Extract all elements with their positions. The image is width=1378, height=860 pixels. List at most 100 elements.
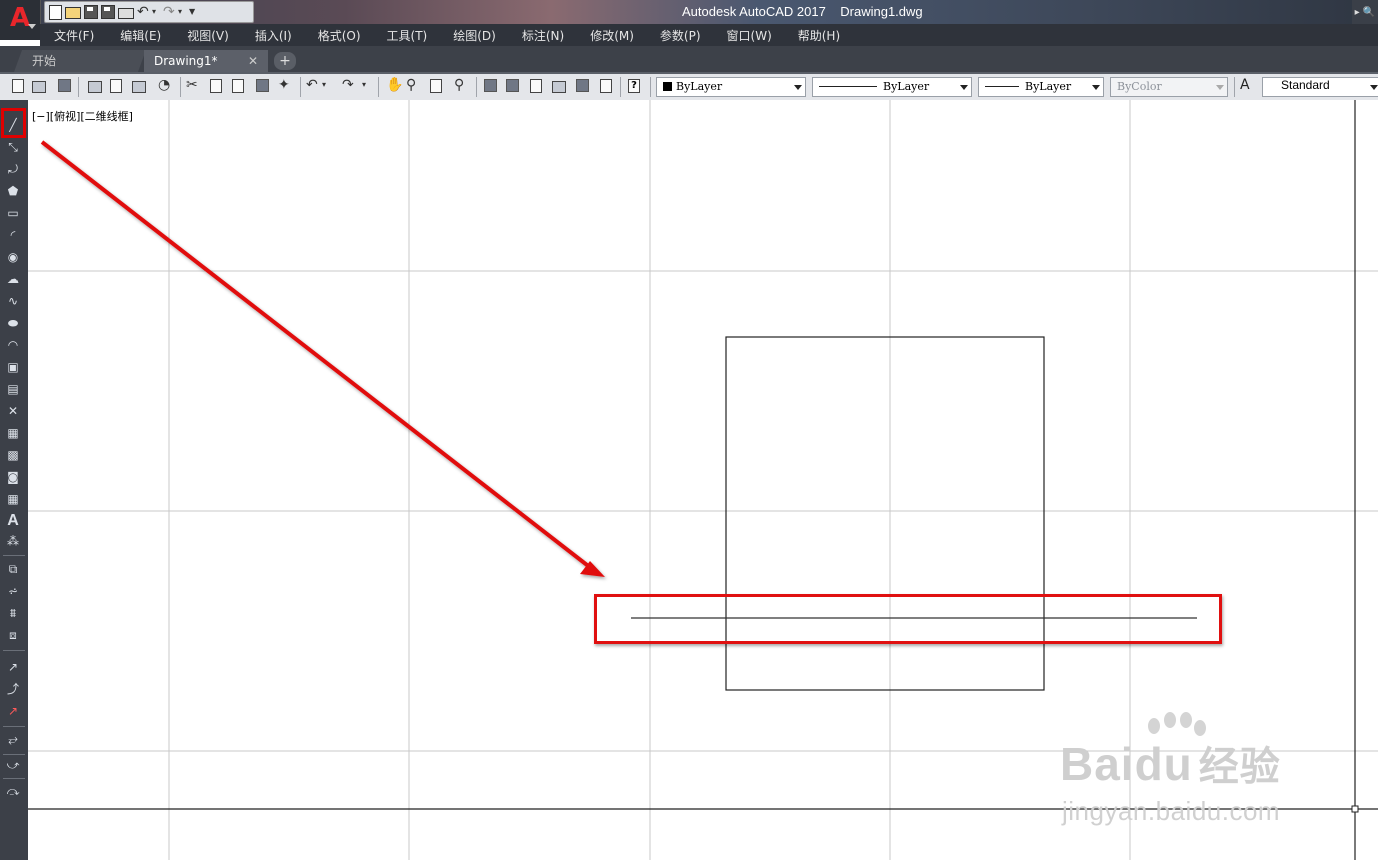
multiline-text-icon[interactable]: A xyxy=(6,512,20,529)
edit-icon-2[interactable]: ⤻ xyxy=(6,758,20,772)
menu-tools[interactable]: 工具(T) xyxy=(373,27,440,44)
plotstyle-dropdown[interactable]: ByColor xyxy=(1110,77,1228,97)
hatch-icon[interactable]: ▦ xyxy=(6,426,20,440)
menu-view[interactable]: 视图(V) xyxy=(173,27,241,44)
zoom-previous-icon[interactable]: ⚲ xyxy=(454,78,468,92)
ellipse-icon[interactable]: ⬬ xyxy=(6,316,20,330)
point-icon[interactable]: ✕ xyxy=(6,404,20,418)
redo-icon[interactable]: ↷ xyxy=(342,78,356,92)
3d-print-icon[interactable]: ◔ xyxy=(158,78,172,92)
menu-window[interactable]: 窗口(W) xyxy=(713,27,784,44)
redo-dropdown-icon[interactable]: ▾ xyxy=(362,78,376,92)
table-icon[interactable]: ▦ xyxy=(6,492,20,506)
block-editor-icon[interactable]: ✦ xyxy=(278,78,292,92)
ellipse-arc-icon[interactable]: ◠ xyxy=(6,338,20,352)
menu-file[interactable]: 文件(F) xyxy=(40,27,106,44)
save-icon[interactable] xyxy=(58,79,71,92)
design-center-icon[interactable] xyxy=(506,79,519,92)
chevron-down-icon xyxy=(1216,85,1224,90)
modify-icon-2[interactable]: ⩫ xyxy=(6,584,20,598)
calculator-icon[interactable] xyxy=(600,79,612,93)
open-folder-icon[interactable] xyxy=(32,81,46,93)
construction-line-icon[interactable]: ⤡ xyxy=(6,140,20,154)
edit-icon-1[interactable]: ⥂ xyxy=(6,732,20,746)
add-selected-icon[interactable]: ⁂ xyxy=(6,534,20,548)
open-folder-icon[interactable] xyxy=(65,7,81,19)
chevron-down-icon xyxy=(960,85,968,90)
save-as-icon[interactable] xyxy=(101,5,115,19)
menu-edit[interactable]: 编辑(E) xyxy=(106,27,173,44)
redo-icon[interactable]: ↷ xyxy=(163,5,175,19)
zoom-window-icon[interactable] xyxy=(430,79,442,93)
markup-icon[interactable] xyxy=(576,79,589,92)
lineweight-dropdown[interactable]: ByLayer xyxy=(978,77,1104,97)
menu-draw[interactable]: 绘图(D) xyxy=(439,27,508,44)
paste-icon[interactable] xyxy=(232,79,244,93)
rectangle-icon[interactable]: ▭ xyxy=(6,206,20,220)
copy-icon[interactable] xyxy=(210,79,222,93)
chamfer-icon[interactable]: ⤴ xyxy=(6,682,20,696)
menu-bar: 文件(F) 编辑(E) 视图(V) 插入(I) 格式(O) 工具(T) 绘图(D… xyxy=(40,24,1378,46)
undo-dropdown-icon[interactable]: ▾ xyxy=(322,78,336,92)
plot-preview-icon[interactable] xyxy=(110,79,122,93)
insert-block-icon[interactable]: ▣ xyxy=(6,360,20,374)
linetype-dropdown[interactable]: ByLayer xyxy=(812,77,972,97)
undo-dropdown-icon[interactable]: ▾ xyxy=(152,5,160,19)
chevron-down-icon xyxy=(794,85,802,90)
tab-start[interactable]: 开始 xyxy=(13,50,147,72)
zoom-realtime-icon[interactable]: ⚲ xyxy=(406,78,420,92)
tool-palettes-icon[interactable] xyxy=(530,79,542,93)
revision-cloud-icon[interactable]: ☁ xyxy=(6,272,20,286)
menu-format[interactable]: 格式(O) xyxy=(304,27,373,44)
application-menu-button[interactable]: A xyxy=(0,0,41,40)
sheet-set-icon[interactable] xyxy=(552,81,566,93)
make-block-icon[interactable]: ▤ xyxy=(6,382,20,396)
menu-insert[interactable]: 插入(I) xyxy=(241,27,304,44)
modify-icon-3[interactable]: ⩩ xyxy=(6,606,20,620)
arc-icon[interactable]: ◜ xyxy=(6,228,20,242)
help-icon[interactable]: ? xyxy=(628,79,640,93)
new-file-icon[interactable] xyxy=(12,79,24,93)
linetype-preview xyxy=(819,86,877,87)
edit-icon-3[interactable]: ⤼ xyxy=(6,784,20,798)
match-properties-icon[interactable] xyxy=(256,79,269,92)
polyline-icon[interactable]: ⤾ xyxy=(6,162,20,176)
color-dropdown[interactable]: ByLayer xyxy=(656,77,806,97)
close-icon[interactable]: ✕ xyxy=(248,50,258,72)
properties-icon[interactable] xyxy=(484,79,497,92)
lineweight-value: ByLayer xyxy=(1025,80,1072,93)
search-expand-button[interactable]: ▸ 🔍 xyxy=(1352,0,1378,24)
save-icon[interactable] xyxy=(84,5,98,19)
plot-icon[interactable] xyxy=(88,81,102,93)
print-icon[interactable] xyxy=(118,8,134,19)
polygon-icon[interactable]: ⬟ xyxy=(6,184,20,198)
modify-icon-1[interactable]: ⧉ xyxy=(6,562,20,576)
tab-drawing1[interactable]: Drawing1* ✕ xyxy=(144,50,268,72)
grip-point[interactable] xyxy=(1351,805,1359,813)
cut-icon[interactable]: ✂ xyxy=(186,78,200,92)
redo-dropdown-icon[interactable]: ▾ xyxy=(178,5,186,19)
new-file-icon[interactable] xyxy=(49,4,62,20)
publish-icon[interactable] xyxy=(132,81,146,93)
undo-icon[interactable]: ↶ xyxy=(306,78,320,92)
menu-help[interactable]: 帮助(H) xyxy=(784,27,852,44)
modify-icon-4[interactable]: ⧈ xyxy=(6,628,20,642)
viewport-controls-label[interactable]: [−][俯视][二维线框] xyxy=(32,108,133,124)
region-icon[interactable]: ◙ xyxy=(6,470,20,484)
text-style-dropdown[interactable]: Standard xyxy=(1262,77,1378,97)
new-tab-button[interactable]: + xyxy=(274,52,296,70)
undo-icon[interactable]: ↶ xyxy=(137,5,149,19)
spline-icon[interactable]: ∿ xyxy=(6,294,20,308)
menu-parametric[interactable]: 参数(P) xyxy=(646,27,713,44)
gradient-icon[interactable]: ▩ xyxy=(6,448,20,462)
watermark-cn-text: 经验 xyxy=(1198,744,1281,790)
customize-qat-icon[interactable]: ▼ xyxy=(189,5,197,19)
fillet-icon[interactable]: ↗ xyxy=(6,660,20,674)
pan-icon[interactable]: ✋ xyxy=(386,78,403,92)
circle-icon[interactable]: ◉ xyxy=(6,250,20,264)
blend-curves-icon[interactable]: ↗ xyxy=(6,704,20,718)
menu-dimension[interactable]: 标注(N) xyxy=(508,27,576,44)
text-style-icon[interactable]: A xyxy=(1240,78,1254,92)
menu-modify[interactable]: 修改(M) xyxy=(576,27,646,44)
tab-drawing1-label: Drawing1* xyxy=(154,54,218,68)
